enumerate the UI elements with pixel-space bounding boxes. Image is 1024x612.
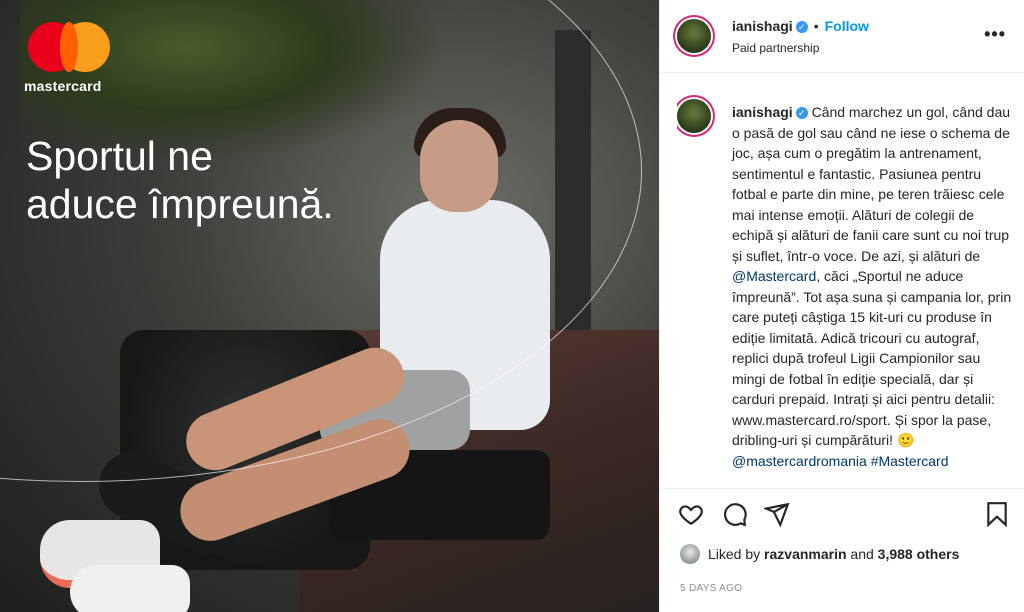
instagram-post: mastercard Sportul ne aduce împreună. ia… xyxy=(0,0,1024,612)
verified-badge-icon: ✓ xyxy=(795,21,808,33)
caption-body: Când marchez un gol, când dau o pasă de … xyxy=(732,104,1011,264)
post-side-panel: ianishagi ✓ • Follow Paid partnership ••• i… xyxy=(659,0,1024,612)
post-timestamp[interactable]: 5 DAYS AGO xyxy=(680,583,742,594)
caption-text: ianishagi ✓ Când marchez un gol, când dau… xyxy=(732,102,1012,471)
liker-avatar[interactable] xyxy=(680,544,700,564)
likes-prefix: Liked by xyxy=(708,546,761,562)
mention-mastercard[interactable]: @Mastercard xyxy=(732,268,816,284)
action-bar xyxy=(660,488,1024,545)
liker-username[interactable]: razvanmarin xyxy=(764,546,846,562)
mention-mastercardromania[interactable]: @mastercardromania xyxy=(732,453,867,469)
tagline-line-2: aduce împreună. xyxy=(26,181,334,227)
mastercard-logo-icon xyxy=(24,22,114,72)
caption-username[interactable]: ianishagi xyxy=(732,104,793,120)
hashtag-mastercard[interactable]: #Mastercard xyxy=(867,453,949,469)
comment-icon[interactable] xyxy=(722,501,748,527)
bookmark-icon[interactable] xyxy=(984,501,1010,527)
more-options-icon[interactable]: ••• xyxy=(984,24,1006,45)
likes-line: Liked by razvanmarin and 3,988 others xyxy=(680,544,959,564)
image-tagline: Sportul ne aduce împreună. xyxy=(26,132,334,228)
author-avatar[interactable] xyxy=(677,19,711,53)
likes-and: and xyxy=(850,546,874,562)
paid-partnership-label[interactable]: Paid partnership xyxy=(732,41,819,55)
author-username[interactable]: ianishagi xyxy=(732,18,793,34)
heart-icon[interactable] xyxy=(678,501,704,527)
caption-block: ianishagi ✓ Când marchez un gol, când dau… xyxy=(677,92,1012,487)
person-shoe-second xyxy=(70,565,190,612)
author-line: ianishagi ✓ • Follow xyxy=(732,18,869,34)
share-icon[interactable] xyxy=(764,501,790,527)
follow-button[interactable]: Follow xyxy=(825,18,869,34)
post-image[interactable]: mastercard Sportul ne aduce împreună. xyxy=(0,0,659,612)
likes-count[interactable]: 3,988 others xyxy=(878,546,960,562)
caption-avatar[interactable] xyxy=(677,99,711,133)
caption-body-2: , căci „Sportul ne aduce împreună”. Tot … xyxy=(732,268,1012,448)
tagline-line-1: Sportul ne xyxy=(26,133,213,179)
mastercard-brand: mastercard xyxy=(24,22,114,94)
separator-dot: • xyxy=(813,18,819,34)
verified-badge-icon: ✓ xyxy=(795,107,808,119)
brand-wordmark: mastercard xyxy=(24,78,102,94)
post-header: ianishagi ✓ • Follow Paid partnership ••• xyxy=(660,0,1024,73)
